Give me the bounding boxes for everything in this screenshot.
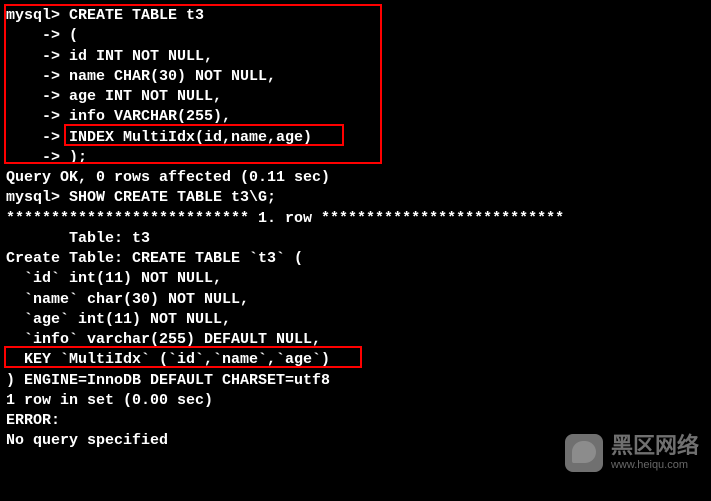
terminal-line: -> age INT NOT NULL, [6, 87, 705, 107]
terminal-line: ERROR: [6, 411, 705, 431]
watermark-title: 黑区网络 [611, 434, 699, 458]
terminal-line: `info` varchar(255) DEFAULT NULL, [6, 330, 705, 350]
terminal-line: Table: t3 [6, 229, 705, 249]
terminal-line: Create Table: CREATE TABLE `t3` ( [6, 249, 705, 269]
terminal-line: -> ( [6, 26, 705, 46]
terminal-line: *************************** 1. row *****… [6, 209, 705, 229]
terminal-line: KEY `MultiIdx` (`id`,`name`,`age`) [6, 350, 705, 370]
terminal-line: ) ENGINE=InnoDB DEFAULT CHARSET=utf8 [6, 371, 705, 391]
watermark: 黑区网络 www.heiqu.com [565, 434, 699, 473]
terminal-line: -> ); [6, 148, 705, 168]
terminal-line: -> INDEX MultiIdx(id,name,age) [6, 128, 705, 148]
terminal-line: -> info VARCHAR(255), [6, 107, 705, 127]
terminal-output: mysql> CREATE TABLE t3 -> ( -> id INT NO… [6, 6, 705, 452]
terminal-line: Query OK, 0 rows affected (0.11 sec) [6, 168, 705, 188]
terminal-line: `name` char(30) NOT NULL, [6, 290, 705, 310]
terminal-line: mysql> CREATE TABLE t3 [6, 6, 705, 26]
terminal-line: `id` int(11) NOT NULL, [6, 269, 705, 289]
watermark-url: www.heiqu.com [611, 458, 699, 473]
terminal-line: 1 row in set (0.00 sec) [6, 391, 705, 411]
watermark-logo-icon [565, 434, 603, 472]
terminal-line: `age` int(11) NOT NULL, [6, 310, 705, 330]
terminal-line: -> name CHAR(30) NOT NULL, [6, 67, 705, 87]
terminal-line: -> id INT NOT NULL, [6, 47, 705, 67]
terminal-line: mysql> SHOW CREATE TABLE t3\G; [6, 188, 705, 208]
